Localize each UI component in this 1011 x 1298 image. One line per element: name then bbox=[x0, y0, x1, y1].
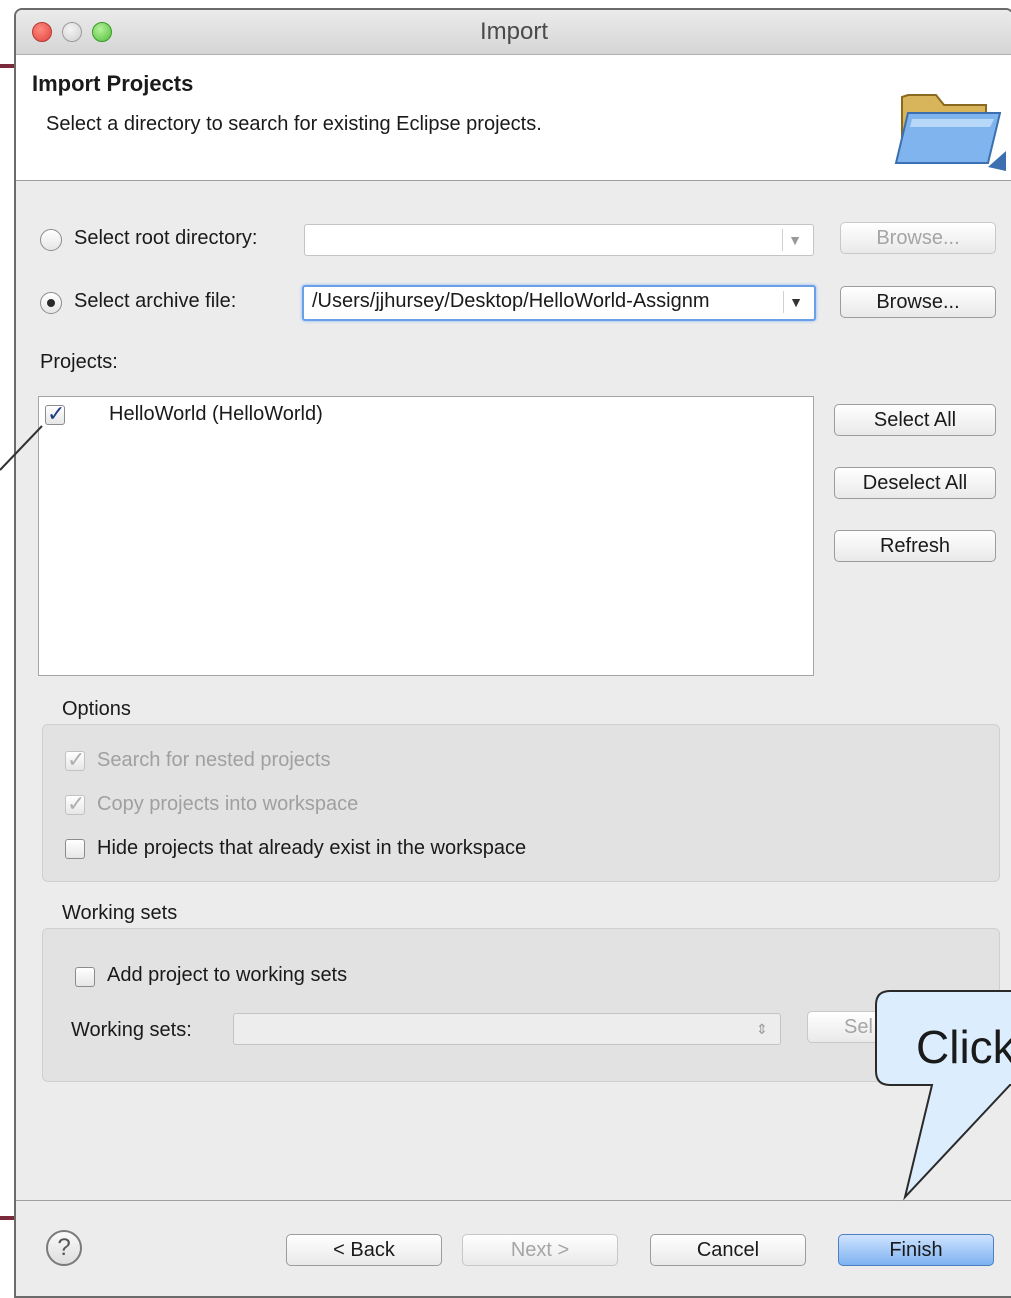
add-to-working-sets-label: Add project to working sets bbox=[107, 964, 348, 986]
back-button[interactable]: < Back bbox=[286, 1234, 442, 1266]
root-browse-button[interactable]: Browse... bbox=[840, 222, 996, 254]
cancel-button[interactable]: Cancel bbox=[650, 1234, 806, 1266]
page-accent-bottom bbox=[0, 1216, 14, 1220]
archive-file-value: /Users/jjhursey/Desktop/HelloWorld-Assig… bbox=[312, 290, 710, 312]
options-group: Search for nested projects Copy projects… bbox=[42, 724, 1000, 882]
chevron-down-icon[interactable]: ▼ bbox=[783, 291, 808, 313]
callout-text: Click bbox=[916, 1021, 1011, 1073]
folder-icon bbox=[894, 94, 1006, 171]
root-directory-label: Select root directory: bbox=[74, 227, 258, 249]
project-label: HelloWorld (HelloWorld) bbox=[109, 403, 323, 425]
working-sets-combo[interactable]: ⇕ bbox=[233, 1013, 781, 1045]
hide-existing-label: Hide projects that already exist in the … bbox=[97, 837, 527, 859]
copy-into-workspace-checkbox[interactable] bbox=[65, 791, 85, 817]
refresh-button[interactable]: Refresh bbox=[834, 530, 996, 562]
search-nested-label: Search for nested projects bbox=[97, 749, 331, 771]
wizard-header: Import Projects Select a directory to se… bbox=[16, 55, 1011, 181]
page-description: Select a directory to search for existin… bbox=[46, 113, 542, 135]
deselect-all-button[interactable]: Deselect All bbox=[834, 467, 996, 499]
hide-existing-checkbox[interactable] bbox=[65, 839, 85, 859]
working-sets-title: Working sets bbox=[62, 902, 178, 924]
click-callout: Click bbox=[875, 990, 1011, 1201]
search-nested-checkbox[interactable] bbox=[65, 747, 85, 773]
projects-list[interactable]: HelloWorld (HelloWorld) bbox=[38, 396, 814, 676]
title-bar: Import bbox=[16, 10, 1011, 55]
copy-into-workspace-label: Copy projects into workspace bbox=[97, 793, 359, 815]
page-title: Import Projects bbox=[32, 71, 194, 96]
next-button[interactable]: Next > bbox=[462, 1234, 618, 1266]
projects-label: Projects: bbox=[40, 351, 118, 373]
archive-file-radio[interactable] bbox=[40, 292, 62, 314]
working-sets-label: Working sets: bbox=[71, 1019, 192, 1041]
options-title: Options bbox=[62, 698, 131, 720]
page-accent-top bbox=[0, 64, 14, 68]
chevron-down-icon[interactable]: ▼ bbox=[782, 229, 807, 251]
help-icon[interactable]: ? bbox=[46, 1230, 82, 1266]
select-all-button[interactable]: Select All bbox=[834, 404, 996, 436]
add-to-working-sets-checkbox[interactable] bbox=[75, 967, 95, 987]
root-directory-radio[interactable] bbox=[40, 229, 62, 251]
working-sets-group: Add project to working sets Working sets… bbox=[42, 928, 1000, 1082]
archive-file-label: Select archive file: bbox=[74, 290, 237, 312]
window-title: Import bbox=[479, 18, 548, 45]
archive-file-combo[interactable]: /Users/jjhursey/Desktop/HelloWorld-Assig… bbox=[302, 285, 816, 321]
finish-button[interactable]: Finish bbox=[838, 1234, 994, 1266]
callout-pointer-left bbox=[0, 425, 43, 471]
stepper-arrows-icon[interactable]: ⇕ bbox=[750, 1018, 774, 1040]
list-item[interactable]: HelloWorld (HelloWorld) bbox=[45, 401, 785, 431]
root-directory-combo[interactable]: ▼ bbox=[304, 224, 814, 256]
archive-browse-button[interactable]: Browse... bbox=[840, 286, 996, 318]
